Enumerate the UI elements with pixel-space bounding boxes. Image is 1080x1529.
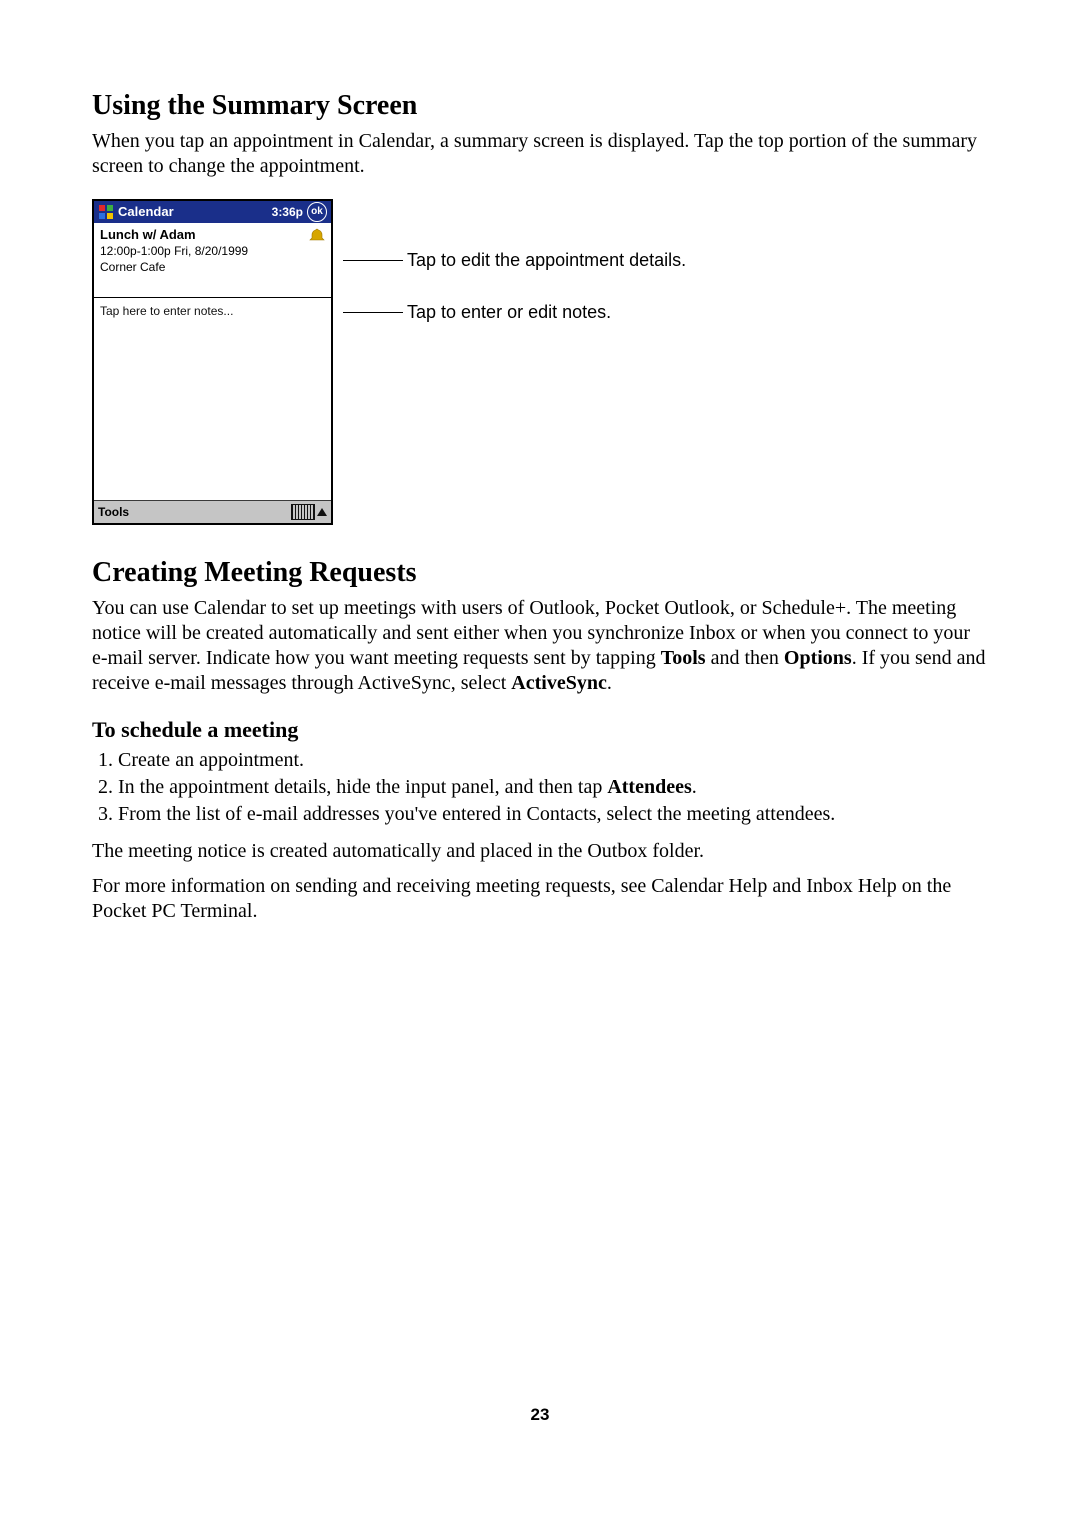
appointment-location: Corner Cafe bbox=[100, 259, 325, 275]
app-title[interactable]: Calendar bbox=[118, 204, 174, 220]
callout-text-2: Tap to enter or edit notes. bbox=[407, 301, 611, 324]
paragraph-more-info: For more information on sending and rece… bbox=[92, 874, 988, 924]
pocketpc-device-frame: Calendar 3:36p ok Lunch w/ Adam 12:00p-1… bbox=[92, 199, 333, 525]
heading-summary-screen: Using the Summary Screen bbox=[92, 88, 988, 123]
bottom-toolbar: Tools bbox=[94, 500, 331, 523]
appointment-time: 12:00p-1:00p Fri, 8/20/1999 bbox=[100, 243, 325, 259]
callout-edit-notes: Tap to enter or edit notes. bbox=[343, 301, 611, 324]
appointment-subject: Lunch w/ Adam bbox=[100, 227, 325, 243]
titlebar: Calendar 3:36p ok bbox=[94, 201, 331, 223]
clock-time: 3:36p bbox=[272, 205, 303, 220]
callout-edit-details: Tap to edit the appointment details. bbox=[343, 249, 686, 272]
leader-line bbox=[343, 260, 403, 261]
steps-list: Create an appointment. In the appointmen… bbox=[92, 748, 988, 827]
notes-area[interactable]: Tap here to enter notes... bbox=[94, 298, 331, 500]
step-3: From the list of e-mail addresses you've… bbox=[118, 802, 988, 827]
text-run: . bbox=[692, 776, 697, 798]
bold-attendees: Attendees bbox=[607, 776, 691, 798]
paragraph-summary-intro: When you tap an appointment in Calendar,… bbox=[92, 129, 988, 179]
tools-menu[interactable]: Tools bbox=[98, 505, 129, 520]
paragraph-meeting-requests: You can use Calendar to set up meetings … bbox=[92, 596, 988, 696]
keyboard-icon[interactable] bbox=[291, 504, 315, 520]
figure-summary-screen: Calendar 3:36p ok Lunch w/ Adam 12:00p-1… bbox=[92, 199, 988, 525]
callout-text-1: Tap to edit the appointment details. bbox=[407, 249, 686, 272]
paragraph-outbox: The meeting notice is created automatica… bbox=[92, 839, 988, 864]
bold-activesync: ActiveSync bbox=[511, 672, 607, 694]
text-run: and then bbox=[706, 647, 784, 669]
start-icon[interactable] bbox=[98, 204, 114, 220]
heading-meeting-requests: Creating Meeting Requests bbox=[92, 555, 988, 590]
ok-button[interactable]: ok bbox=[307, 202, 327, 222]
page-number: 23 bbox=[92, 1404, 988, 1425]
text-run: In the appointment details, hide the inp… bbox=[118, 776, 607, 798]
step-1: Create an appointment. bbox=[118, 748, 988, 773]
subhead-schedule-meeting: To schedule a meeting bbox=[92, 716, 988, 744]
input-panel-toggle-icon[interactable] bbox=[317, 508, 327, 516]
step-2: In the appointment details, hide the inp… bbox=[118, 775, 988, 800]
appointment-summary-area[interactable]: Lunch w/ Adam 12:00p-1:00p Fri, 8/20/199… bbox=[94, 223, 331, 298]
leader-line bbox=[343, 312, 403, 313]
text-run: . bbox=[607, 672, 612, 694]
reminder-icon bbox=[309, 227, 325, 248]
bold-tools: Tools bbox=[661, 647, 706, 669]
bold-options: Options bbox=[784, 647, 852, 669]
